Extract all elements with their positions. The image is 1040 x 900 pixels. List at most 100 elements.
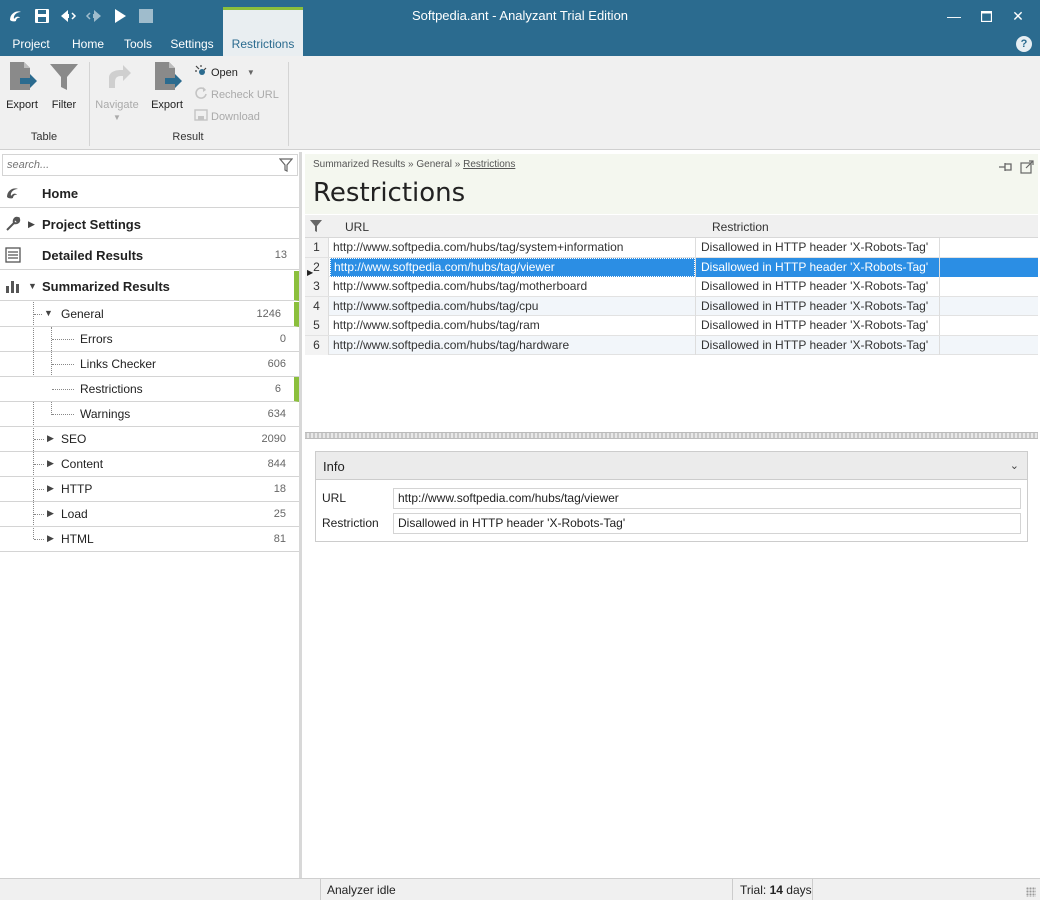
tree-item-seo[interactable]: ▶ SEO 2090 bbox=[0, 427, 299, 452]
sidebar: Home ▶ Project Settings Detailed Results… bbox=[0, 152, 302, 878]
cell-url[interactable]: http://www.softpedia.com/hubs/tag/ram bbox=[333, 318, 695, 332]
tree-item-count: 2090 bbox=[261, 433, 286, 445]
close-icon[interactable]: ✕ bbox=[1002, 4, 1034, 28]
redo-arrow-icon bbox=[92, 60, 142, 97]
chevron-right-icon[interactable]: ▶ bbox=[47, 483, 54, 494]
tree-item-count: 0 bbox=[279, 333, 286, 345]
maximize-icon[interactable] bbox=[970, 4, 1002, 28]
cell-restriction[interactable]: Disallowed in HTTP header 'X-Robots-Tag' bbox=[695, 316, 940, 335]
cell-url[interactable]: http://www.softpedia.com/hubs/tag/viewer bbox=[330, 257, 695, 277]
table-row[interactable]: 6 http://www.softpedia.com/hubs/tag/hard… bbox=[305, 335, 1038, 355]
cell-restriction[interactable]: Disallowed in HTTP header 'X-Robots-Tag' bbox=[695, 277, 940, 296]
download-button[interactable]: Download bbox=[194, 108, 260, 125]
chevron-right-icon[interactable]: ▶ bbox=[47, 458, 54, 469]
cell-url[interactable]: http://www.softpedia.com/hubs/tag/cpu bbox=[333, 299, 695, 313]
tab-project[interactable]: Project bbox=[4, 32, 58, 56]
cell-url[interactable]: http://www.softpedia.com/hubs/tag/hardwa… bbox=[333, 338, 695, 352]
info-url-field[interactable]: http://www.softpedia.com/hubs/tag/viewer bbox=[393, 488, 1021, 509]
tree-item-content[interactable]: ▶ Content 844 bbox=[0, 452, 299, 477]
tree-item-label: Links Checker bbox=[80, 357, 157, 371]
info-panel-header[interactable]: Info ⌄ bbox=[316, 452, 1027, 480]
recheck-url-button[interactable]: Recheck URL bbox=[194, 86, 279, 103]
row-number: 1 bbox=[305, 238, 329, 257]
info-panel: Info ⌄ URL http://www.softpedia.com/hubs… bbox=[315, 451, 1028, 542]
download-icon bbox=[194, 108, 208, 125]
bar-chart-icon bbox=[5, 278, 21, 297]
filter-button[interactable]: Filter bbox=[46, 60, 82, 111]
recheck-url-label: Recheck URL bbox=[211, 88, 279, 101]
menu-tabs: Project Home Tools Settings Restrictions bbox=[0, 7, 1040, 56]
search-input[interactable] bbox=[3, 155, 263, 175]
chevron-right-icon[interactable]: ▶ bbox=[47, 533, 54, 544]
table-row[interactable]: 4 http://www.softpedia.com/hubs/tag/cpu … bbox=[305, 296, 1038, 316]
cell-restriction[interactable]: Disallowed in HTTP header 'X-Robots-Tag' bbox=[695, 257, 940, 277]
tree-item-html[interactable]: ▶ HTML 81 bbox=[0, 527, 299, 552]
cell-url[interactable]: http://www.softpedia.com/hubs/tag/mother… bbox=[333, 279, 695, 293]
chevron-down-icon[interactable]: ▼ bbox=[44, 308, 53, 318]
table-row[interactable]: 3 http://www.softpedia.com/hubs/tag/moth… bbox=[305, 277, 1038, 297]
column-header-restriction[interactable]: Restriction bbox=[712, 220, 769, 234]
navigate-button[interactable]: Navigate ▼ bbox=[92, 60, 142, 122]
tree-item-count: 844 bbox=[267, 458, 286, 470]
cell-restriction[interactable]: Disallowed in HTTP header 'X-Robots-Tag' bbox=[695, 238, 940, 257]
result-export-label: Export bbox=[151, 99, 183, 111]
cell-url[interactable]: http://www.softpedia.com/hubs/tag/system… bbox=[333, 240, 695, 254]
tab-home[interactable]: Home bbox=[64, 32, 112, 56]
info-panel-title: Info bbox=[323, 459, 345, 474]
sidebar-search bbox=[2, 154, 298, 176]
filter-icon[interactable] bbox=[278, 158, 294, 175]
pane-splitter[interactable] bbox=[305, 432, 1038, 439]
tree-item-errors[interactable]: Errors 0 bbox=[0, 327, 299, 352]
column-header-url[interactable]: URL bbox=[345, 220, 369, 234]
pin-icon[interactable] bbox=[998, 161, 1014, 176]
popout-icon[interactable] bbox=[1020, 160, 1034, 177]
chevron-right-icon[interactable]: ▶ bbox=[28, 219, 35, 230]
trial-days-value: 14 bbox=[769, 883, 783, 897]
app-logo-icon bbox=[5, 185, 23, 204]
filter-icon[interactable] bbox=[309, 219, 323, 236]
info-restriction-field[interactable]: Disallowed in HTTP header 'X-Robots-Tag' bbox=[393, 513, 1021, 534]
sidebar-item-home[interactable]: Home bbox=[0, 178, 299, 208]
tree-item-warnings[interactable]: Warnings 634 bbox=[0, 402, 299, 427]
open-button[interactable]: Open ▼ bbox=[194, 64, 255, 81]
cell-restriction[interactable]: Disallowed in HTTP header 'X-Robots-Tag' bbox=[695, 296, 940, 316]
chevron-down-icon[interactable]: ▼ bbox=[28, 281, 37, 291]
table-row[interactable]: 1 http://www.softpedia.com/hubs/tag/syst… bbox=[305, 238, 1038, 258]
breadcrumb-item[interactable]: General bbox=[416, 159, 452, 170]
sidebar-item-detailed-results[interactable]: Detailed Results 13 bbox=[0, 240, 299, 270]
minimize-icon[interactable]: — bbox=[938, 4, 970, 28]
table-row[interactable]: 5 http://www.softpedia.com/hubs/tag/ram … bbox=[305, 316, 1038, 336]
sidebar-item-summarized-results[interactable]: ▼ Summarized Results bbox=[0, 271, 299, 301]
sidebar-item-count: 13 bbox=[274, 249, 287, 261]
help-icon[interactable]: ? bbox=[1016, 36, 1032, 52]
table-export-button[interactable]: Export bbox=[4, 60, 40, 111]
table-row-selected[interactable]: ▶ 2 http://www.softpedia.com/hubs/tag/vie… bbox=[305, 257, 1038, 277]
cell-restriction[interactable]: Disallowed in HTTP header 'X-Robots-Tag' bbox=[695, 335, 940, 355]
tree-connector bbox=[34, 314, 42, 315]
chevron-down-icon[interactable]: ⌄ bbox=[1010, 459, 1019, 472]
tab-restrictions[interactable]: Restrictions bbox=[223, 7, 303, 56]
tree-item-links-checker[interactable]: Links Checker 606 bbox=[0, 352, 299, 377]
tab-settings[interactable]: Settings bbox=[164, 32, 220, 56]
refresh-icon bbox=[194, 86, 208, 103]
result-export-button[interactable]: Export bbox=[147, 60, 187, 111]
chevron-right-icon[interactable]: ▶ bbox=[47, 508, 54, 519]
page-title: Restrictions bbox=[313, 178, 466, 208]
status-bar: Analyzer idle Trial: 14 days bbox=[0, 878, 1040, 900]
tree-connector bbox=[52, 364, 74, 365]
breadcrumb-item[interactable]: Restrictions bbox=[463, 159, 515, 170]
ribbon-separator bbox=[89, 62, 90, 146]
tree-item-restrictions[interactable]: Restrictions 6 bbox=[0, 377, 299, 402]
results-table: URL Restriction 1 http://www.softpedia.c… bbox=[305, 215, 1038, 355]
tree-item-label: Warnings bbox=[80, 407, 131, 421]
chevron-right-icon[interactable]: ▶ bbox=[47, 433, 54, 444]
tab-tools[interactable]: Tools bbox=[116, 32, 160, 56]
row-number-value: 2 bbox=[313, 259, 320, 274]
sidebar-item-project-settings[interactable]: ▶ Project Settings bbox=[0, 209, 299, 239]
resize-grip-icon[interactable] bbox=[1026, 887, 1036, 897]
sidebar-item-label: Summarized Results bbox=[42, 279, 170, 294]
tree-item-general[interactable]: ▼ General 1246 bbox=[0, 302, 299, 327]
breadcrumb-item[interactable]: Summarized Results bbox=[313, 159, 405, 170]
tree-item-http[interactable]: ▶ HTTP 18 bbox=[0, 477, 299, 502]
tree-item-load[interactable]: ▶ Load 25 bbox=[0, 502, 299, 527]
